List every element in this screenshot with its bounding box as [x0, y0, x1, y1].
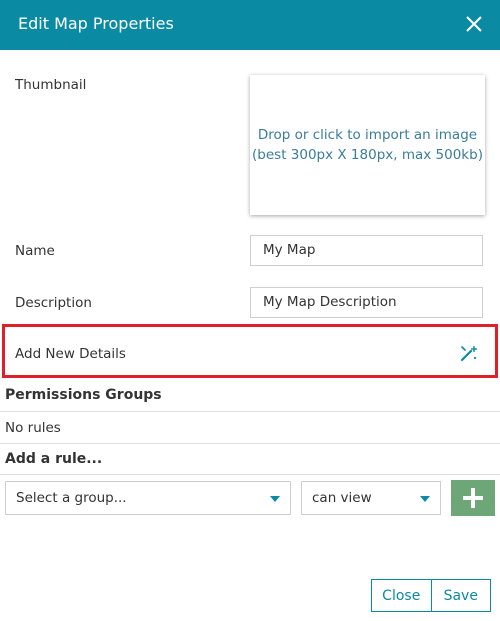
thumbnail-hint-line1: Drop or click to import an image — [257, 127, 478, 143]
permissions-title: Permissions Groups — [5, 387, 162, 403]
close-button[interactable]: Close — [372, 580, 431, 611]
name-label: Name — [15, 243, 55, 259]
group-select-value: Select a group... — [16, 490, 127, 506]
no-rules-text: No rules — [5, 420, 61, 436]
thumbnail-dropzone[interactable]: Drop or click to import an image (best 3… — [250, 75, 485, 215]
access-select-value: can view — [312, 490, 372, 506]
name-input[interactable]: My Map — [250, 235, 483, 266]
magic-wand-icon[interactable] — [459, 343, 479, 363]
add-rule-title: Add a rule... — [5, 451, 103, 467]
dialog-title: Edit Map Properties — [18, 14, 174, 33]
description-label: Description — [15, 295, 92, 311]
dialog-header: Edit Map Properties — [0, 0, 500, 50]
thumbnail-hint-line2: (best 300px X 180px, max 500kb) — [252, 147, 483, 163]
chevron-down-icon — [270, 496, 280, 502]
footer-buttons: Close Save — [371, 579, 491, 612]
save-button[interactable]: Save — [430, 580, 491, 611]
plus-icon — [463, 488, 483, 508]
chevron-down-icon — [420, 496, 430, 502]
group-select[interactable]: Select a group... — [5, 481, 291, 515]
divider — [0, 474, 500, 475]
thumbnail-label: Thumbnail — [15, 77, 87, 93]
add-rule-button[interactable] — [451, 480, 495, 516]
description-input[interactable]: My Map Description — [250, 287, 483, 318]
divider — [0, 411, 500, 412]
divider — [0, 443, 500, 444]
close-icon[interactable] — [464, 14, 484, 34]
access-select[interactable]: can view — [301, 481, 441, 515]
add-details-label: Add New Details — [15, 346, 126, 362]
